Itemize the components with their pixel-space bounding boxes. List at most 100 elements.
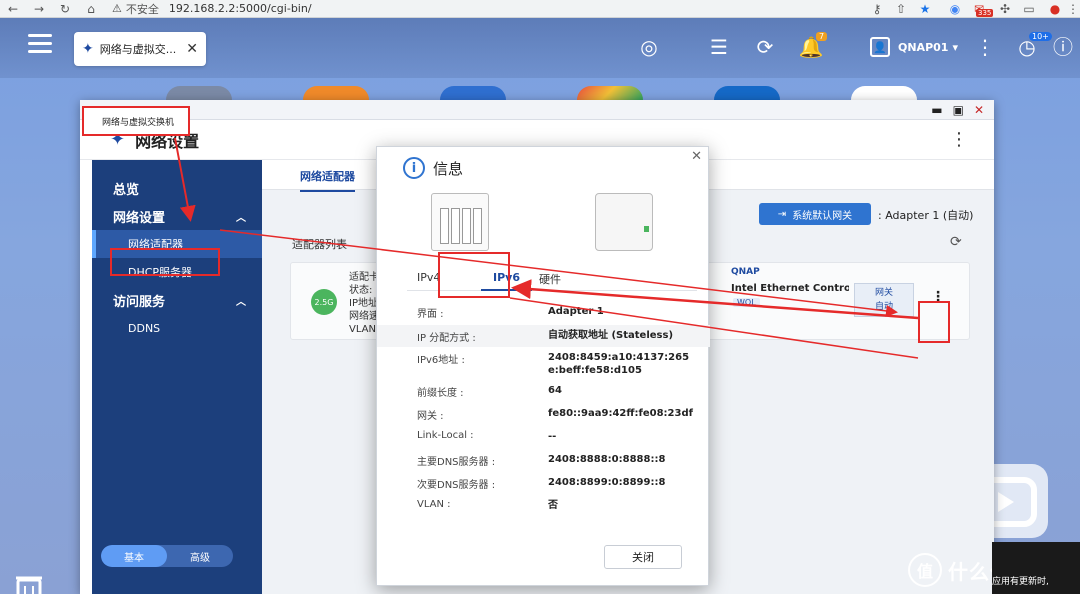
info-key: 网关 : [417, 411, 444, 422]
extensions-icon[interactable]: ✣ [994, 0, 1016, 18]
watermark-logo: 值 [908, 553, 942, 587]
gateway-auto-button[interactable]: 网关 自动 [854, 283, 914, 317]
ethernet-port-icon: 2.5G [311, 289, 337, 315]
address-bar[interactable]: ⚠ 不安全 192.168.2.2:5000/cgi-bin/ [112, 1, 832, 17]
info-value: Adapter 1 [548, 306, 604, 317]
info-value: -- [548, 431, 557, 442]
sidebar-label: 访问服务 [113, 294, 166, 310]
info-circle-icon[interactable]: ⓘ [1050, 34, 1076, 60]
vendor-logo: QNAP [731, 267, 760, 277]
taskbar-window-tab[interactable]: ✦ 网络与虚拟交... ✕ [74, 32, 206, 66]
info-key: Link-Local : [417, 430, 474, 441]
insecure-label: 不安全 [125, 2, 159, 16]
tab-ipv4[interactable]: IPv4 [417, 271, 440, 284]
adapter-field: 适配卡 [349, 272, 379, 283]
app-menu-icon[interactable]: ⋮ [950, 129, 968, 150]
adapter-model: Intel Ethernet Controller I [731, 283, 849, 294]
net-button-bottom: 自动 [874, 302, 893, 312]
update-notice-text: 应用有更新时, [992, 577, 1049, 587]
browser-toolbar: ← → ↻ ⌂ ⚠ 不安全 192.168.2.2:5000/cgi-bin/ … [0, 0, 1080, 18]
user-icon: 👤 [870, 37, 890, 57]
warning-icon: ⚠ [112, 2, 122, 15]
sidebar: 总览 网络设置 ︿ 网络适配器 DHCP服务器 访问服务 ︿ DDNS 基本 高级 [92, 160, 262, 594]
maximize-icon[interactable]: ▣ [953, 103, 964, 117]
mode-basic[interactable]: 基本 [101, 545, 167, 567]
user-menu[interactable]: 👤 QNAP01 ▾ [870, 34, 958, 60]
sync-icon[interactable]: ⟳ [752, 34, 778, 60]
annotation-box-more [918, 301, 950, 343]
chrome-ext-icon[interactable]: ◉ [944, 0, 966, 18]
gateway-value: : Adapter 1 (自动) [878, 209, 974, 222]
info-key: 界面 : [417, 309, 444, 320]
sidebar-item-overview[interactable]: 总览 [92, 174, 262, 202]
window-title-label: 网络与虚拟交换机 [82, 106, 190, 136]
info-icon: i [403, 157, 425, 179]
reload-icon[interactable]: ↻ [52, 0, 78, 18]
qts-topbar: ✦ 网络与虚拟交... ✕ ◎ ☰ ⟳ 🔔 7 👤 QNAP01 ▾ ⋮ ◷ 1… [0, 18, 1080, 78]
window-title: 网络与虚拟交换机 [102, 117, 175, 128]
taskbar-tab-label: 网络与虚拟交... [99, 43, 177, 56]
forward-icon[interactable]: → [26, 0, 52, 18]
info-value: 2408:8459:a10:4137:265e:beff:fe58:d105 [548, 352, 690, 376]
close-icon[interactable]: ✕ [691, 149, 702, 164]
sidepanel-icon[interactable]: ▭ [1018, 0, 1040, 18]
sidebar-item-ddns[interactable]: DDNS [92, 314, 262, 342]
info-value: 2408:8888:0:8888::8 [548, 454, 666, 465]
key-icon[interactable]: ⚷ [866, 0, 888, 18]
nas-front-image [431, 193, 489, 251]
ext-badge: 335 [976, 9, 994, 17]
close-window-icon[interactable]: ✕ [974, 103, 984, 117]
refresh-icon[interactable]: ⟳ [950, 234, 962, 250]
back-icon[interactable]: ← [0, 0, 26, 18]
info-value: 否 [548, 500, 558, 511]
dialog-title: 信息 [433, 159, 464, 178]
chevron-up-icon: ︿ [236, 296, 246, 308]
close-button[interactable]: 关闭 [604, 545, 682, 569]
minimize-icon[interactable]: ▬ [931, 103, 942, 117]
adapter-field: 状态: [349, 285, 373, 296]
sidebar-section-network[interactable]: 网络设置 ︿ [92, 202, 262, 230]
gateway-icon: ⇥ [777, 208, 787, 220]
tab-network-adapter[interactable]: 网络适配器 [300, 168, 355, 192]
tab-hardware[interactable]: 硬件 [539, 271, 561, 287]
mail-ext-icon[interactable]: ✉335 [968, 0, 994, 18]
update-notice-strip: 应用有更新时, [992, 542, 1080, 594]
adapter-field: VLAN: [349, 324, 380, 335]
adapter-fields: 适配卡 状态: IP地址 网络速 VLAN: [349, 271, 379, 336]
info-key: 前缀长度 : [417, 388, 464, 399]
caret-down-icon: ▾ [952, 40, 958, 54]
sidebar-label: 总览 [113, 182, 140, 198]
mode-toggle[interactable]: 基本 高级 [101, 545, 233, 567]
browser-menu-icon[interactable]: ⋮ [1062, 0, 1080, 18]
info-key: IPv6地址 : [417, 355, 465, 366]
url-text: 192.168.2.2:5000/cgi-bin/ [168, 2, 312, 15]
window-titlebar[interactable]: ▬ ▣ ✕ [80, 100, 994, 120]
more-options-icon[interactable]: ⋮ [972, 34, 998, 60]
user-name: QNAP01 [898, 40, 949, 54]
dialog-header: i 信息 [403, 157, 463, 179]
info-dialog: ✕ i 信息 IPv4 IPv6 硬件 界面 : Adapter 1 IP 分配方… [376, 146, 710, 586]
close-icon[interactable]: ✕ [186, 41, 198, 57]
sidebar-section-access[interactable]: 访问服务 ︿ [92, 286, 262, 314]
sidebar-label: DDNS [128, 321, 161, 335]
search-icon[interactable]: ◎ [636, 34, 662, 60]
default-gateway-button[interactable]: ⇥ 系统默认网关 [759, 203, 871, 225]
annotation-box-adapter [110, 248, 220, 276]
info-key: 主要DNS服务器 : [417, 457, 496, 468]
info-value: 2408:8899:0:8899::8 [548, 477, 666, 488]
nas-rear-image [595, 193, 653, 251]
recycle-bin-icon[interactable] [14, 574, 44, 594]
notification-badge: 7 [816, 32, 828, 41]
main-menu-icon[interactable] [28, 34, 52, 56]
network-icon: ✦ [82, 41, 94, 57]
home-icon[interactable]: ⌂ [78, 0, 104, 18]
background-tasks-icon[interactable]: ☰ [706, 34, 732, 60]
mode-advanced[interactable]: 高级 [167, 545, 233, 567]
sidebar-label: 网络设置 [113, 210, 166, 226]
chevron-up-icon: ︿ [236, 212, 246, 224]
share-icon[interactable]: ⇧ [890, 0, 912, 18]
info-value: 自动获取地址 (Stateless) [548, 330, 674, 341]
info-key: 次要DNS服务器 : [417, 480, 496, 491]
info-row: IP 分配方式 : 自动获取地址 (Stateless) [377, 325, 710, 347]
star-icon[interactable]: ★ [914, 0, 936, 18]
